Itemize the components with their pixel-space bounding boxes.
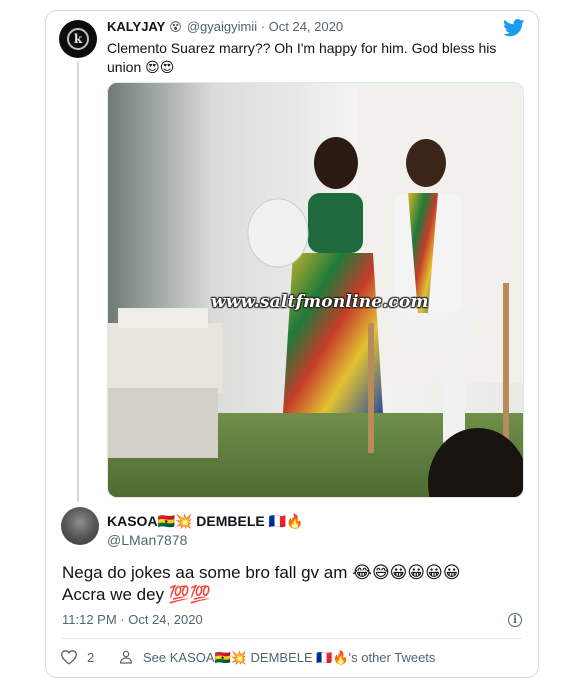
tweet-text-line-2: Accra we dey 💯💯 [62,585,212,604]
tweet-photo[interactable]: www.saltfmonline.com [107,82,524,498]
quoted-name-emoji: 😵 [169,19,182,34]
quoted-display-name[interactable]: KALYJAY [107,19,165,34]
tweet-timestamp[interactable]: 11:12 PM · Oct 24, 2020 [62,612,203,627]
quoted-handle-date[interactable]: @gyaigyimii · Oct 24, 2020 [187,19,343,34]
author-display-name[interactable]: KASOA🇬🇭💥 DEMBELE 🇫🇷🔥 [107,513,304,530]
heart-icon[interactable] [60,649,78,665]
wedding-photo-image [108,83,523,497]
author-handle[interactable]: @LMan7878 [107,532,187,548]
author-avatar[interactable] [61,507,99,545]
like-count[interactable]: 2 [87,650,94,665]
thread-line [77,62,79,502]
see-other-tweets-link[interactable]: See KASOA🇬🇭💥 DEMBELE 🇫🇷🔥's other Tweets [143,650,435,666]
quoted-avatar[interactable]: k [59,20,97,58]
quoted-header: KALYJAY 😵 @gyaigyimii · Oct 24, 2020 [107,19,343,34]
photo-watermark: www.saltfmonline.com [211,292,429,312]
divider [61,638,522,639]
info-icon[interactable]: i [508,613,522,627]
avatar-logo: k [67,28,89,50]
tweet-text-line-1: Nega do jokes aa some bro fall gv am 😂😅😀… [62,563,461,582]
tweet-text: Nega do jokes aa some bro fall gv am 😂😅😀… [62,562,461,606]
quoted-tweet-text: Clemento Suarez marry?? Oh I'm happy for… [107,40,497,75]
person-icon [120,650,132,664]
twitter-bird-icon[interactable] [503,19,525,37]
